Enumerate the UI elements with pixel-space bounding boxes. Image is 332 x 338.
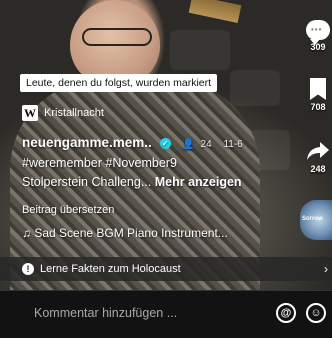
- hashtags[interactable]: #weremember #November9: [22, 156, 177, 170]
- post-date: 11-6: [223, 139, 243, 150]
- person-glasses: [82, 28, 152, 46]
- translate-button[interactable]: Beitrag übersetzen: [22, 204, 114, 216]
- chevron-right-icon: ›: [324, 262, 328, 276]
- username[interactable]: neuengamme.mem..: [22, 135, 152, 150]
- bookmark-icon: [310, 78, 326, 100]
- more-button[interactable]: Mehr anzeigen: [155, 175, 242, 189]
- stolperstein-plaque: [188, 0, 242, 24]
- emoji-icon[interactable]: ☺: [306, 303, 326, 323]
- music-disc[interactable]: Sorrow: [300, 200, 332, 240]
- music-note-icon: ♫: [22, 226, 31, 240]
- action-rail: ••• 309 708 248: [300, 0, 332, 290]
- comment-button[interactable]: ••• 309: [304, 20, 332, 52]
- disc-label: Sorrow: [302, 216, 323, 222]
- bookmark-button[interactable]: 708: [304, 78, 332, 112]
- cobblestone: [230, 70, 280, 106]
- friends-icon: 👤: [182, 139, 195, 150]
- video-player[interactable]: ••• 309 708 248 Sorrow Leute, denen du f…: [0, 0, 332, 338]
- post-description: Stolperstein Challeng... Mehr anzeigen: [22, 175, 242, 189]
- post-author[interactable]: neuengamme.mem.. ✓ 👤 24 11-6: [22, 135, 243, 150]
- tagged-people-notice[interactable]: Leute, denen du folgst, wurden markiert: [20, 74, 218, 92]
- mention-icon[interactable]: @: [276, 303, 296, 323]
- comment-icon: •••: [306, 20, 330, 45]
- bookmarks-count: 708: [310, 102, 326, 112]
- friends-count: 24: [200, 139, 212, 150]
- wikipedia-icon: W: [22, 105, 38, 121]
- info-banner-text: Lerne Fakten zum Holocaust: [40, 263, 181, 275]
- info-icon: !: [22, 263, 34, 275]
- wiki-tag[interactable]: W Kristallnacht: [22, 104, 104, 122]
- tag-notice-text: Leute, denen du folgst, wurden markiert: [26, 77, 212, 89]
- cobblestone: [170, 30, 230, 70]
- description-text: Stolperstein Challeng...: [22, 175, 152, 189]
- verified-icon: ✓: [159, 138, 171, 149]
- music-track[interactable]: ♫ Sad Scene BGM Piano Instrument...: [22, 226, 228, 240]
- comment-bar: Kommentar hinzufügen ... @ ☺: [0, 290, 332, 338]
- wiki-tag-label: Kristallnacht: [44, 107, 104, 119]
- share-button[interactable]: 248: [304, 140, 332, 174]
- shares-count: 248: [310, 164, 326, 174]
- comment-input[interactable]: Kommentar hinzufügen ...: [34, 306, 177, 320]
- holocaust-info-banner[interactable]: ! Lerne Fakten zum Holocaust ›: [0, 257, 332, 281]
- music-title: Sad Scene BGM Piano Instrument...: [34, 226, 228, 240]
- share-icon: [307, 142, 329, 160]
